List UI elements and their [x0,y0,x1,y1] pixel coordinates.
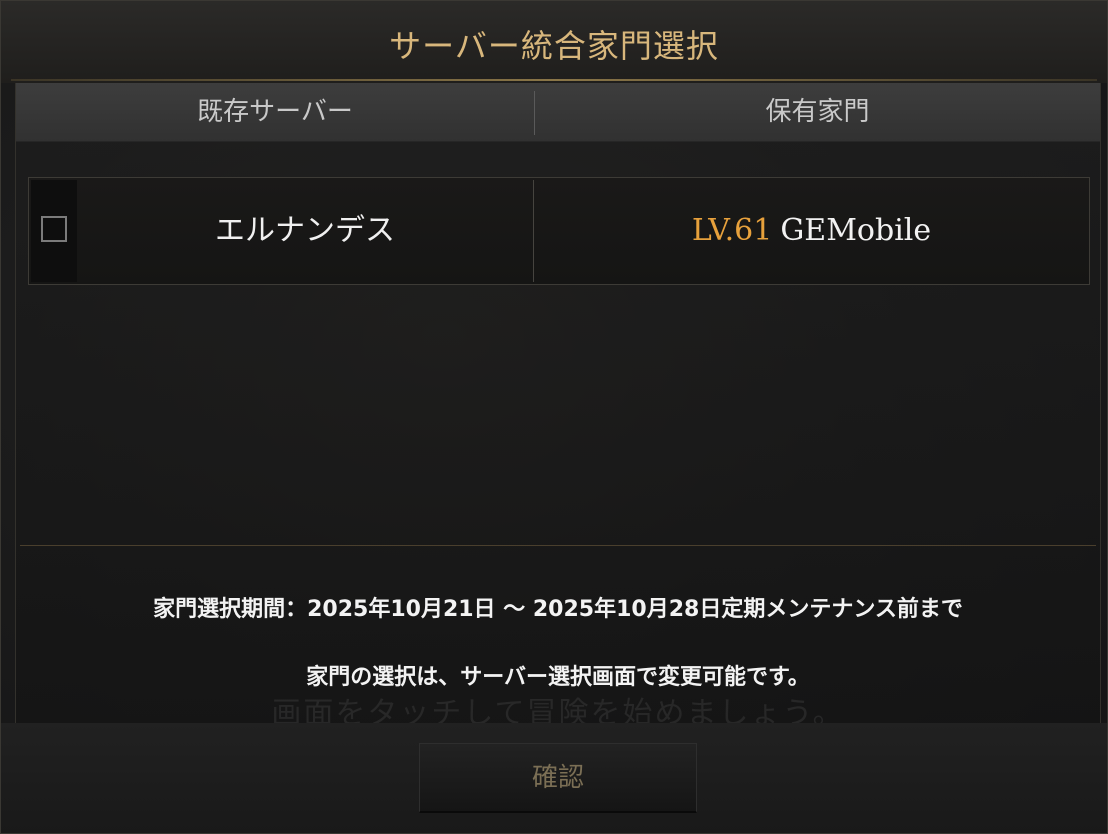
dialog-footer: 確認 [1,723,1107,833]
dialog-title-bar: サーバー統合家門選択 [1,1,1107,83]
title-divider [11,79,1097,81]
family-level: LV.61 [691,213,773,248]
header-existing-server: 既存サーバー [197,97,353,127]
selection-period-notice: 家門選択期間：2025年10月21日 〜 2025年10月28日定期メンテナンス… [153,597,963,622]
family-cell: LV.61 GEMobile [534,178,1089,284]
dialog-title: サーバー統合家門選択 [389,27,719,65]
change-notice: 家門の選択は、サーバー選択画面で変更可能です。 [306,665,810,690]
server-row[interactable]: エルナンデス LV.61 GEMobile [28,177,1090,285]
checkbox-column [31,180,77,282]
content-panel: 既存サーバー 保有家門 エルナンデス LV.61 GEMobile 家門選択期間：… [15,83,1101,731]
table-header: 既存サーバー 保有家門 [16,83,1100,142]
family-name: GEMobile [780,213,932,248]
header-owned-family: 保有家門 [765,97,870,127]
confirm-button[interactable]: 確認 [419,743,697,813]
server-checkbox[interactable] [41,216,67,242]
server-name: エルナンデス [215,213,395,248]
info-divider [20,545,1096,546]
server-merge-family-dialog: サーバー統合家門選択 既存サーバー 保有家門 エルナンデス LV.61 GEMob… [0,0,1108,834]
